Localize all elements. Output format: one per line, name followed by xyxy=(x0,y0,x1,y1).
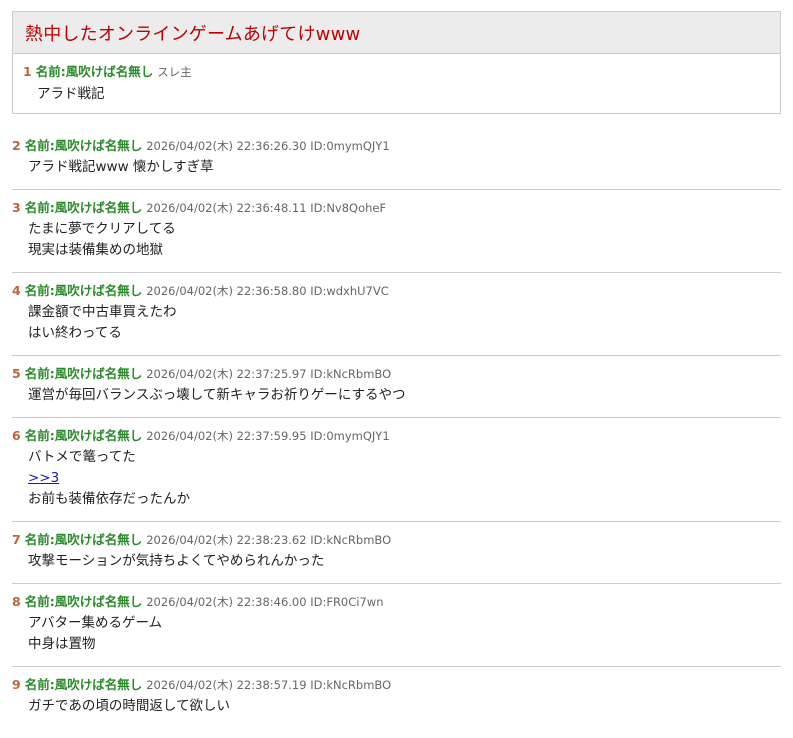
post-number[interactable]: 3 xyxy=(12,200,21,215)
reply-post: 7 名前:風吹けば名無し 2026/04/02(木) 22:38:23.62 ID:… xyxy=(12,532,781,584)
post-header: 2 名前:風吹けば名無し 2026/04/02(木) 22:36:26.30 ID:… xyxy=(12,138,781,154)
post-number[interactable]: 9 xyxy=(12,677,21,692)
post-meta: 2026/04/02(木) 22:36:26.30 ID:0mymQJY1 xyxy=(146,139,390,153)
post-body: アラド戦記www 懐かしすぎ草 xyxy=(28,157,781,178)
poster-name: 名前:風吹けば名無し xyxy=(24,283,143,298)
post-header: 6 名前:風吹けば名無し 2026/04/02(木) 22:37:59.95 ID:… xyxy=(12,428,781,444)
post-body: 課金額で中古車買えたわ はい終わってる xyxy=(28,302,781,344)
post-number[interactable]: 7 xyxy=(12,532,21,547)
post-header: 7 名前:風吹けば名無し 2026/04/02(木) 22:38:23.62 ID:… xyxy=(12,532,781,548)
post-line: アラド戦記 xyxy=(37,86,105,102)
poster-name: 名前:風吹けば名無し xyxy=(24,200,143,215)
reply-post: 8 名前:風吹けば名無し 2026/04/02(木) 22:38:46.00 ID:… xyxy=(12,594,781,667)
post-header: 1 名前:風吹けば名無し スレ主 xyxy=(23,64,770,80)
post-meta: 2026/04/02(木) 22:36:58.80 ID:wdxhU7VC xyxy=(146,284,389,298)
post-header: 3 名前:風吹けば名無し 2026/04/02(木) 22:36:48.11 ID:… xyxy=(12,200,781,216)
post-line: 運営が毎回バランスぶっ壊して新キャラお祈りゲーにするやつ xyxy=(28,387,406,403)
post-body: 攻撃モーションが気持ちよくてやめられんかった xyxy=(28,551,781,572)
post-meta: 2026/04/02(木) 22:38:23.62 ID:kNcRbmBO xyxy=(146,533,392,547)
reply-list: 2 名前:風吹けば名無し 2026/04/02(木) 22:36:26.30 ID:… xyxy=(12,138,781,738)
reply-post: 6 名前:風吹けば名無し 2026/04/02(木) 22:37:59.95 ID:… xyxy=(12,428,781,522)
op-post: 1 名前:風吹けば名無し スレ主 アラド戦記 xyxy=(23,64,770,105)
post-line: ガチであの頃の時間返して欲しい xyxy=(28,698,230,714)
poster-name: 名前:風吹けば名無し xyxy=(24,428,143,443)
post-number[interactable]: 6 xyxy=(12,428,21,443)
post-line: アラド戦記www 懐かしすぎ草 xyxy=(28,159,214,175)
reply-post: 4 名前:風吹けば名無し 2026/04/02(木) 22:36:58.80 ID:… xyxy=(12,283,781,356)
post-number[interactable]: 4 xyxy=(12,283,21,298)
post-number[interactable]: 2 xyxy=(12,138,21,153)
op-label: スレ主 xyxy=(157,65,192,79)
reply-post: 9 名前:風吹けば名無し 2026/04/02(木) 22:38:57.19 ID:… xyxy=(12,677,781,728)
reply-post: 3 名前:風吹けば名無し 2026/04/02(木) 22:36:48.11 ID:… xyxy=(12,200,781,273)
post-body: アバター集めるゲーム 中身は置物 xyxy=(28,613,781,655)
post-line: 中身は置物 xyxy=(28,636,96,652)
thread-title-bar: 熱中したオンラインゲームあげてけwww xyxy=(13,12,780,54)
post-meta: 2026/04/02(木) 22:38:57.19 ID:kNcRbmBO xyxy=(146,678,392,692)
post-number[interactable]: 1 xyxy=(23,64,32,79)
thread-header-box: 熱中したオンラインゲームあげてけwww 1 名前:風吹けば名無し スレ主 アラド戦記 xyxy=(12,11,781,114)
post-body: アラド戦記 xyxy=(37,84,770,105)
poster-name: 名前:風吹けば名無し xyxy=(24,138,143,153)
post-header: 8 名前:風吹けば名無し 2026/04/02(木) 22:38:46.00 ID:… xyxy=(12,594,781,610)
post-body: たまに夢でクリアしてる 現実は装備集めの地獄 xyxy=(28,219,781,261)
post-line: バトメで篭ってた xyxy=(28,449,136,465)
post-line: 攻撃モーションが気持ちよくてやめられんかった xyxy=(28,553,325,569)
poster-name: 名前:風吹けば名無し xyxy=(35,64,154,79)
post-meta: 2026/04/02(木) 22:38:46.00 ID:FR0Ci7wn xyxy=(146,595,384,609)
poster-name: 名前:風吹けば名無し xyxy=(24,532,143,547)
post-body: バトメで篭ってた >>3 お前も装備依存だったんか xyxy=(28,447,781,510)
post-header: 4 名前:風吹けば名無し 2026/04/02(木) 22:36:58.80 ID:… xyxy=(12,283,781,299)
poster-name: 名前:風吹けば名無し xyxy=(24,594,143,609)
post-body: 運営が毎回バランスぶっ壊して新キャラお祈りゲーにするやつ xyxy=(28,385,781,406)
reply-post: 2 名前:風吹けば名無し 2026/04/02(木) 22:36:26.30 ID:… xyxy=(12,138,781,190)
thread-title: 熱中したオンラインゲームあげてけwww xyxy=(25,23,361,45)
post-line: はい終わってる xyxy=(28,325,122,341)
post-meta: 2026/04/02(木) 22:37:59.95 ID:0mymQJY1 xyxy=(146,429,390,443)
reply-post: 5 名前:風吹けば名無し 2026/04/02(木) 22:37:25.97 ID:… xyxy=(12,366,781,418)
post-body: ガチであの頃の時間返して欲しい xyxy=(28,696,781,717)
post-header: 9 名前:風吹けば名無し 2026/04/02(木) 22:38:57.19 ID:… xyxy=(12,677,781,693)
post-line: たまに夢でクリアしてる xyxy=(28,221,176,237)
post-line: お前も装備依存だったんか xyxy=(28,491,190,507)
post-meta: 2026/04/02(木) 22:36:48.11 ID:Nv8QoheF xyxy=(146,201,387,215)
post-number[interactable]: 5 xyxy=(12,366,21,381)
post-line: アバター集めるゲーム xyxy=(28,615,163,631)
poster-name: 名前:風吹けば名無し xyxy=(24,366,143,381)
post-header: 5 名前:風吹けば名無し 2026/04/02(木) 22:37:25.97 ID:… xyxy=(12,366,781,382)
post-number[interactable]: 8 xyxy=(12,594,21,609)
post-meta: 2026/04/02(木) 22:37:25.97 ID:kNcRbmBO xyxy=(146,367,392,381)
reply-anchor-link[interactable]: >>3 xyxy=(28,468,781,489)
poster-name: 名前:風吹けば名無し xyxy=(24,677,143,692)
post-line: 現実は装備集めの地獄 xyxy=(28,242,163,258)
post-line: 課金額で中古車買えたわ xyxy=(28,304,177,320)
